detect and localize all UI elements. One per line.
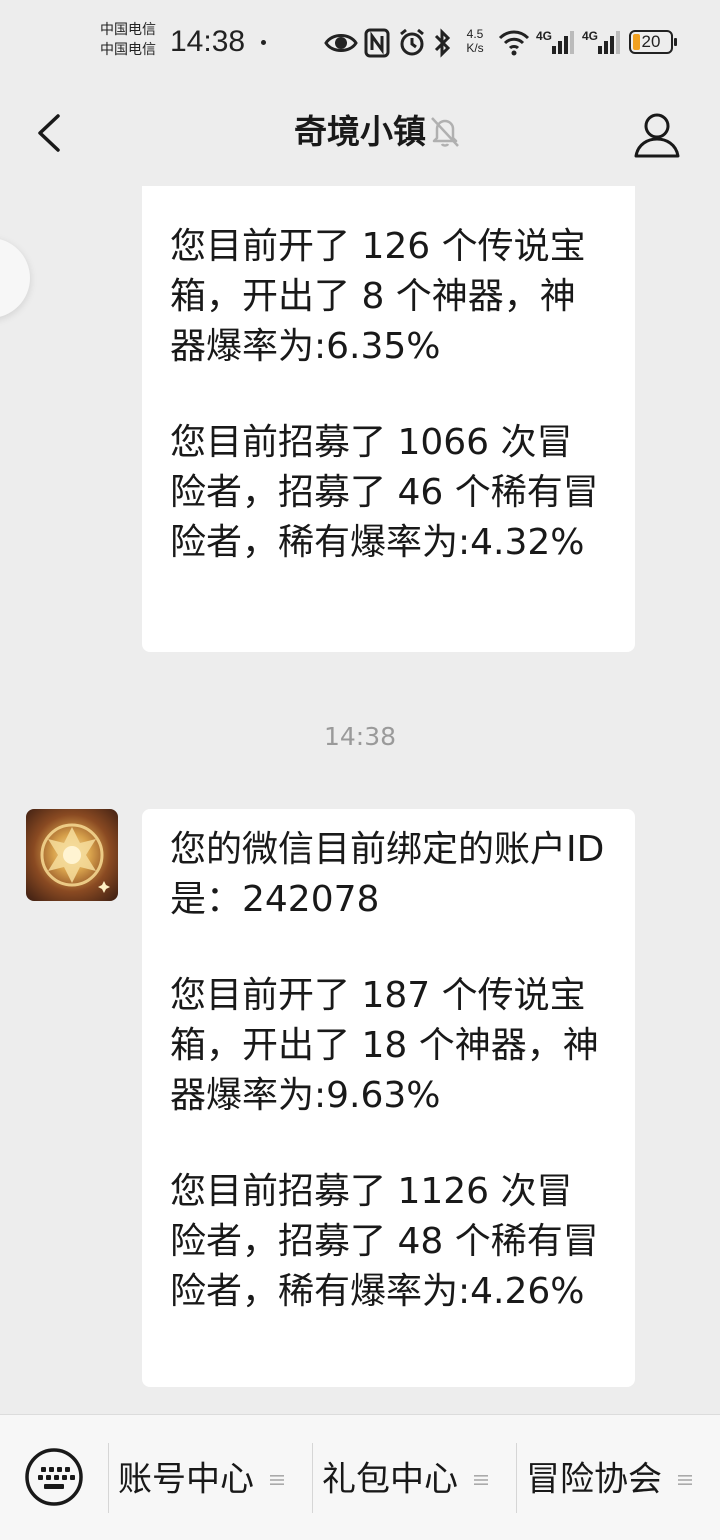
keyboard-icon [25, 1448, 83, 1506]
menu-label: 礼包中心 [322, 1459, 458, 1500]
game-emblem-icon [40, 823, 110, 893]
message-timestamp: 14:38 [323, 722, 397, 751]
bell-off-icon [428, 114, 462, 150]
message-bubble[interactable]: 您目前开了 126 个传说宝箱，开出了 8 个神器，神器爆率为:6.35% 您目… [142, 186, 635, 652]
carrier-1: 中国电信 [100, 22, 156, 38]
floating-window-button[interactable] [0, 238, 30, 318]
keyboard-toggle-button[interactable] [24, 1447, 84, 1507]
network-label-2: 4G [582, 29, 598, 43]
avatar[interactable] [26, 809, 118, 901]
message-paragraph: 您目前招募了 1066 次冒险者，招募了 46 个稀有冒险者，稀有爆率为:4.3… [170, 422, 599, 563]
eye-icon [324, 34, 358, 52]
message-bubble[interactable]: 您的微信目前绑定的账户ID 是：242078 您目前开了 187 个传说宝箱，开… [142, 809, 635, 1387]
official-account-menu: 账号中心 礼包中心 冒险协会 [0, 1414, 720, 1540]
profile-button[interactable] [630, 108, 684, 162]
submenu-icon [678, 1474, 692, 1485]
net-speed: 4.5 K/s [462, 27, 488, 55]
menu-adventure-guild[interactable]: 冒险协会 [526, 1443, 692, 1513]
person-icon [634, 113, 680, 158]
chat-header: 奇境小镇 [0, 86, 720, 186]
net-speed-unit: K/s [466, 41, 484, 55]
chat-messages[interactable]: 您目前开了 126 个传说宝箱，开出了 8 个神器，神器爆率为:6.35% 您目… [0, 186, 720, 1414]
message-paragraph: 您目前开了 126 个传说宝箱，开出了 8 个神器，神器爆率为:6.35% [170, 226, 586, 367]
status-time: 14:38 [170, 25, 246, 58]
battery-icon: 20 [629, 30, 677, 54]
notification-dot [261, 40, 266, 45]
menu-label: 冒险协会 [526, 1459, 662, 1500]
submenu-icon [270, 1474, 284, 1485]
alarm-icon [400, 28, 424, 56]
submenu-icon [474, 1474, 488, 1485]
message-paragraph: 您的微信目前绑定的账户ID 是：242078 [170, 829, 616, 920]
chat-title-text: 奇境小镇 [294, 112, 426, 151]
signal-icon-2: 4G [582, 29, 620, 54]
menu-gift-center[interactable]: 礼包中心 [322, 1443, 488, 1513]
menu-account-center[interactable]: 账号中心 [118, 1443, 284, 1513]
nfc-icon [364, 28, 390, 58]
net-speed-value: 4.5 [466, 27, 484, 41]
carrier-2: 中国电信 [100, 42, 156, 58]
carrier-labels: 中国电信 中国电信 [100, 20, 156, 60]
chat-title: 奇境小镇 [0, 110, 720, 154]
network-label-1: 4G [536, 29, 552, 43]
message-paragraph: 您目前开了 187 个传说宝箱，开出了 18 个神器，神器爆率为:9.63% [170, 975, 599, 1116]
wifi-icon [498, 30, 530, 56]
bluetooth-icon [434, 28, 451, 58]
menu-label: 账号中心 [118, 1459, 254, 1500]
status-bar: 中国电信 中国电信 14:38 4G 4G 4.5 K/s 20 [0, 0, 720, 86]
battery-level: 20 [641, 32, 661, 51]
signal-icon-1: 4G [536, 29, 574, 54]
message-paragraph: 您目前招募了 1126 次冒险者，招募了 48 个稀有冒险者，稀有爆率为:4.2… [170, 1171, 599, 1312]
